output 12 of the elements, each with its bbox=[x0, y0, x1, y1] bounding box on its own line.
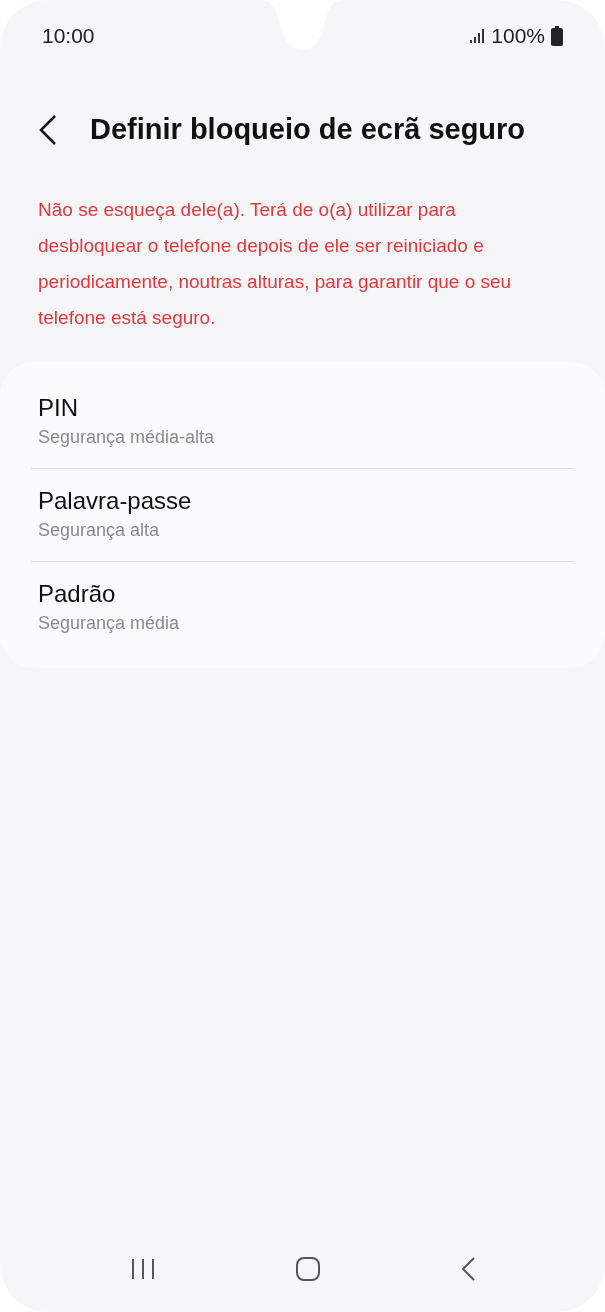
home-icon[interactable] bbox=[294, 1256, 321, 1282]
battery-icon bbox=[551, 26, 563, 46]
lock-option[interactable]: Padrão Segurança média bbox=[31, 561, 574, 654]
status-time: 10:00 bbox=[42, 23, 95, 50]
recent-apps-icon[interactable] bbox=[129, 1257, 156, 1281]
back-icon[interactable] bbox=[459, 1256, 476, 1282]
warning-text: Não se esqueça dele(a). Terá de o(a) utilizar para desbloquear o telefone depois de ele ser reiniciado e periodicamente, noutras alturas, para garantir que o seu telefone está seguro. bbox=[37, 197, 513, 330]
battery-percentage: 100% bbox=[491, 23, 545, 50]
signal-icon bbox=[469, 28, 486, 44]
page-title: Definir bloqueio de ecrã seguro bbox=[90, 112, 526, 147]
lock-option[interactable]: PIN Segurança média-alta bbox=[31, 375, 574, 468]
lock-option[interactable]: Palavra-passe Segurança alta bbox=[31, 468, 574, 561]
